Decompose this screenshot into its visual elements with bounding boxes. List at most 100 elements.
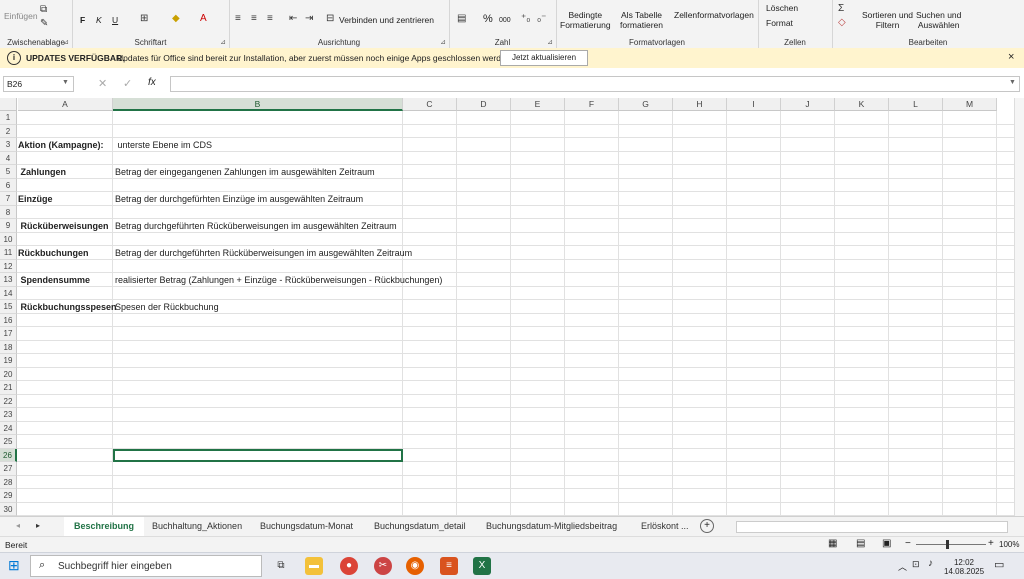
- cell-a15[interactable]: Rückbuchungsspesen: [18, 302, 117, 312]
- zoom-out-icon[interactable]: −: [905, 538, 911, 549]
- format-as-table-button[interactable]: Als Tabelle formatieren: [620, 10, 663, 30]
- row-header[interactable]: 28: [0, 475, 17, 489]
- conditional-formatting-button[interactable]: Bedingte Formatierung: [560, 10, 611, 30]
- firefox-icon[interactable]: ◉: [406, 557, 424, 575]
- sheet-tab[interactable]: Buchungsdatum-Monat: [250, 517, 363, 536]
- row-header[interactable]: 7: [0, 192, 17, 206]
- column-header[interactable]: E: [511, 98, 565, 111]
- zoom-slider-thumb[interactable]: [946, 540, 949, 549]
- row-header[interactable]: 29: [0, 489, 17, 503]
- row-header[interactable]: 9: [0, 219, 17, 233]
- cell-b7[interactable]: Betrag der durchgefürhten Einzüge im aus…: [115, 194, 363, 204]
- number-launcher-icon[interactable]: ⊿: [547, 38, 553, 46]
- find-select-button[interactable]: Suchen und Auswählen: [916, 10, 961, 30]
- horizontal-scrollbar[interactable]: [736, 521, 1008, 533]
- vertical-scrollbar[interactable]: [1014, 98, 1024, 516]
- row-header[interactable]: 15: [0, 300, 17, 314]
- insert-function-button[interactable]: fx: [148, 77, 156, 88]
- column-header[interactable]: L: [889, 98, 943, 111]
- format-button[interactable]: Format: [766, 18, 793, 28]
- cell-styles-button[interactable]: Zellenformatvorlagen: [674, 10, 754, 20]
- cell-b15[interactable]: Spesen der Rückbuchung: [115, 302, 219, 312]
- cell-a9[interactable]: Rücküberweisungen: [18, 221, 109, 231]
- column-header[interactable]: M: [943, 98, 997, 111]
- row-header[interactable]: 18: [0, 340, 17, 354]
- selected-cell[interactable]: [113, 448, 403, 462]
- row-header[interactable]: 16: [0, 313, 17, 327]
- cell-b11[interactable]: Betrag der durchgeführten Rücküberweisun…: [115, 248, 412, 258]
- page-break-icon[interactable]: ▣: [882, 538, 891, 549]
- row-header[interactable]: 22: [0, 394, 17, 408]
- indent-increase-icon[interactable]: ⇥: [305, 13, 313, 25]
- formula-input[interactable]: [170, 76, 1020, 92]
- copy-icon[interactable]: ⧉: [40, 4, 47, 16]
- cell-a11[interactable]: Rückbuchungen: [18, 248, 89, 258]
- column-header[interactable]: I: [727, 98, 781, 111]
- row-header[interactable]: 14: [0, 286, 17, 300]
- row-header[interactable]: 26: [0, 448, 17, 462]
- cell-b5[interactable]: Betrag der eingegangenen Zahlungen im au…: [115, 167, 375, 177]
- row-header[interactable]: 8: [0, 205, 17, 219]
- row-header[interactable]: 17: [0, 327, 17, 341]
- sheet-tab[interactable]: Erlöskont ...: [631, 517, 699, 536]
- zoom-slider[interactable]: [916, 544, 986, 545]
- windows-start-icon[interactable]: ⊞: [8, 558, 20, 572]
- indent-decrease-icon[interactable]: ⇤: [289, 13, 297, 25]
- tab-scroll-left-icon[interactable]: ◂: [16, 521, 20, 530]
- font-color-icon[interactable]: A: [200, 13, 207, 25]
- column-header[interactable]: D: [457, 98, 511, 111]
- column-header[interactable]: A: [18, 98, 113, 111]
- cell-a3[interactable]: Aktion (Kampagne):: [18, 140, 104, 150]
- row-header[interactable]: 24: [0, 421, 17, 435]
- sheet-tab[interactable]: Buchungsdatum-Mitgliedsbeitrag: [476, 517, 627, 536]
- format-painter-icon[interactable]: ✎: [40, 18, 48, 30]
- column-header[interactable]: F: [565, 98, 619, 111]
- row-header[interactable]: 5: [0, 165, 17, 179]
- row-header[interactable]: 3: [0, 138, 17, 152]
- clear-icon[interactable]: ◇: [838, 17, 846, 29]
- column-header[interactable]: B: [113, 98, 403, 111]
- column-header[interactable]: J: [781, 98, 835, 111]
- column-header[interactable]: G: [619, 98, 673, 111]
- cell-b9[interactable]: Betrag durchgeführten Rücküberweisungen …: [115, 221, 397, 231]
- row-header[interactable]: 11: [0, 246, 17, 260]
- percent-button[interactable]: %: [483, 14, 493, 25]
- row-header[interactable]: 10: [0, 232, 17, 246]
- enter-icon[interactable]: ✓: [123, 77, 132, 90]
- sheet-tab[interactable]: Buchungsdatum_detail: [364, 517, 476, 536]
- task-view-icon[interactable]: ⧉: [272, 557, 290, 575]
- app-icon[interactable]: ≡: [440, 557, 458, 575]
- tab-scroll-right-icon[interactable]: ▸: [36, 521, 40, 530]
- align-center-icon[interactable]: ≡: [251, 13, 257, 25]
- sheet-tab[interactable]: Buchhaltung_Aktionen: [142, 517, 252, 536]
- autosum-icon[interactable]: Σ: [838, 3, 844, 15]
- thousands-button[interactable]: 000: [499, 16, 511, 26]
- snipping-icon[interactable]: ✂: [374, 557, 392, 575]
- clock[interactable]: 12:02 14.08.2025: [944, 558, 984, 576]
- update-now-button[interactable]: Jetzt aktualisieren: [500, 50, 588, 66]
- italic-button[interactable]: K: [96, 15, 102, 25]
- row-header[interactable]: 13: [0, 273, 17, 287]
- expand-formula-icon[interactable]: ▼: [1009, 79, 1016, 86]
- excel-icon[interactable]: X: [473, 557, 491, 575]
- name-box-dropdown-icon[interactable]: ▼: [62, 79, 69, 86]
- align-right-icon[interactable]: ≡: [267, 13, 273, 25]
- fill-color-icon[interactable]: ◆: [172, 13, 180, 25]
- merge-center-button[interactable]: Verbinden und zentrieren: [339, 15, 434, 25]
- clipboard-launcher-icon[interactable]: ⊿: [63, 38, 69, 46]
- paste-button[interactable]: Einfügen: [4, 11, 38, 21]
- row-header[interactable]: 23: [0, 408, 17, 422]
- add-sheet-icon[interactable]: +: [700, 519, 714, 533]
- increase-decimal-icon[interactable]: ⁺₀: [521, 13, 530, 25]
- row-header[interactable]: 2: [0, 124, 17, 138]
- borders-icon[interactable]: ⊞: [140, 13, 148, 25]
- notifications-icon[interactable]: ▭: [994, 558, 1004, 571]
- normal-view-icon[interactable]: ▦: [828, 538, 837, 549]
- row-header[interactable]: 12: [0, 259, 17, 273]
- cell-a7[interactable]: Einzüge: [18, 194, 53, 204]
- row-header[interactable]: 21: [0, 381, 17, 395]
- currency-icon[interactable]: ▤: [457, 13, 466, 25]
- volume-icon[interactable]: ♪: [928, 558, 933, 569]
- font-launcher-icon[interactable]: ⊿: [220, 38, 226, 46]
- bold-button[interactable]: F: [80, 15, 85, 25]
